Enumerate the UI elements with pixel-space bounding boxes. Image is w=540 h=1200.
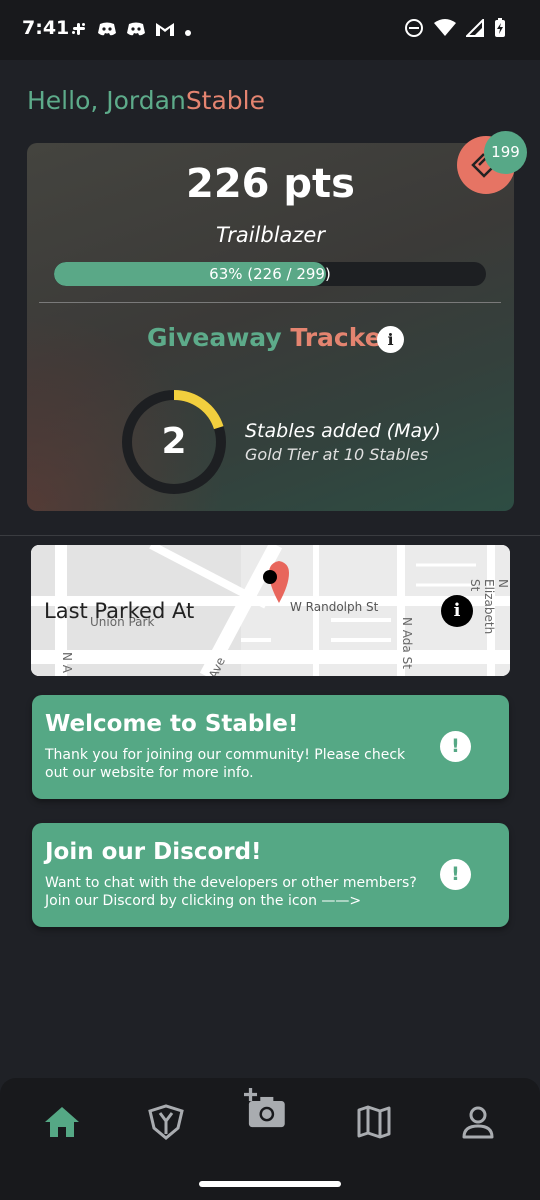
- map-icon[interactable]: [352, 1100, 396, 1144]
- street-label: W Randolph St: [290, 600, 379, 614]
- exclamation-icon[interactable]: !: [440, 731, 471, 762]
- exclamation-icon[interactable]: !: [440, 859, 471, 890]
- welcome-card[interactable]: Welcome to Stable! Thank you for joining…: [32, 695, 509, 799]
- welcome-title: Welcome to Stable!: [45, 711, 299, 737]
- discord-icon: [126, 21, 146, 42]
- tier-name: Trailblazer: [216, 223, 325, 247]
- discord-title: Join our Discord!: [45, 839, 262, 865]
- stables-count: 2: [161, 421, 187, 462]
- bottom-nav: [0, 1078, 540, 1170]
- divider: [39, 302, 501, 303]
- street-label: N Elizabeth St: [468, 579, 510, 635]
- map-info-icon[interactable]: i: [441, 595, 473, 627]
- points-total: 226 pts: [186, 161, 355, 207]
- notification-icons: [70, 20, 192, 43]
- last-parked-label: Last Parked At: [44, 599, 195, 623]
- slack-icon: [70, 20, 88, 43]
- system-icons: [404, 17, 506, 42]
- street-label: N A: [60, 652, 74, 673]
- tier-progress-label: 63% (226 / 299): [209, 265, 331, 283]
- giveaway-info-icon[interactable]: i: [377, 326, 404, 353]
- status-time: 7:41: [22, 17, 70, 39]
- stables-progress-ring: 2: [120, 388, 228, 496]
- discord-card[interactable]: Join our Discord! Want to chat with the …: [32, 823, 509, 927]
- tier-progress-bar: 63% (226 / 299): [54, 262, 486, 286]
- points-card: 226 pts Trailblazer 63% (226 / 299) Give…: [27, 143, 514, 511]
- status-bar: 7:41: [0, 0, 540, 60]
- giveaway-tracker-title: Giveaway Tracker: [27, 323, 514, 352]
- stables-added-label: Stables added (May): [245, 420, 441, 442]
- battery-icon: [494, 18, 506, 42]
- gmail-icon: [155, 21, 175, 42]
- street-label: N Ada St: [400, 617, 414, 669]
- welcome-body: Thank you for joining our community! Ple…: [45, 747, 406, 781]
- discord-icon: [97, 21, 117, 42]
- section-divider: [0, 535, 540, 536]
- signal-icon: [464, 17, 484, 41]
- dnd-icon: [404, 18, 424, 42]
- add-photo-icon[interactable]: [244, 1088, 298, 1142]
- home-indicator[interactable]: [199, 1181, 341, 1187]
- discord-body: Want to chat with the developers or othe…: [45, 875, 417, 909]
- greeting-brand: Stable: [185, 86, 265, 115]
- giveaway-title-part: Giveaway: [146, 323, 282, 352]
- stable-icon[interactable]: [144, 1100, 188, 1144]
- greeting: Hello, JordanStable: [27, 86, 265, 115]
- gold-tier-label: Gold Tier at 10 Stables: [245, 445, 429, 464]
- last-parked-map-card[interactable]: W Randolph St N Ada St N Elizabeth St Un…: [31, 545, 510, 676]
- home-icon[interactable]: [40, 1100, 84, 1144]
- wifi-icon: [434, 19, 456, 41]
- greeting-name: Hello, Jordan: [27, 86, 186, 115]
- profile-icon[interactable]: [456, 1100, 500, 1144]
- dot-icon: [184, 22, 192, 42]
